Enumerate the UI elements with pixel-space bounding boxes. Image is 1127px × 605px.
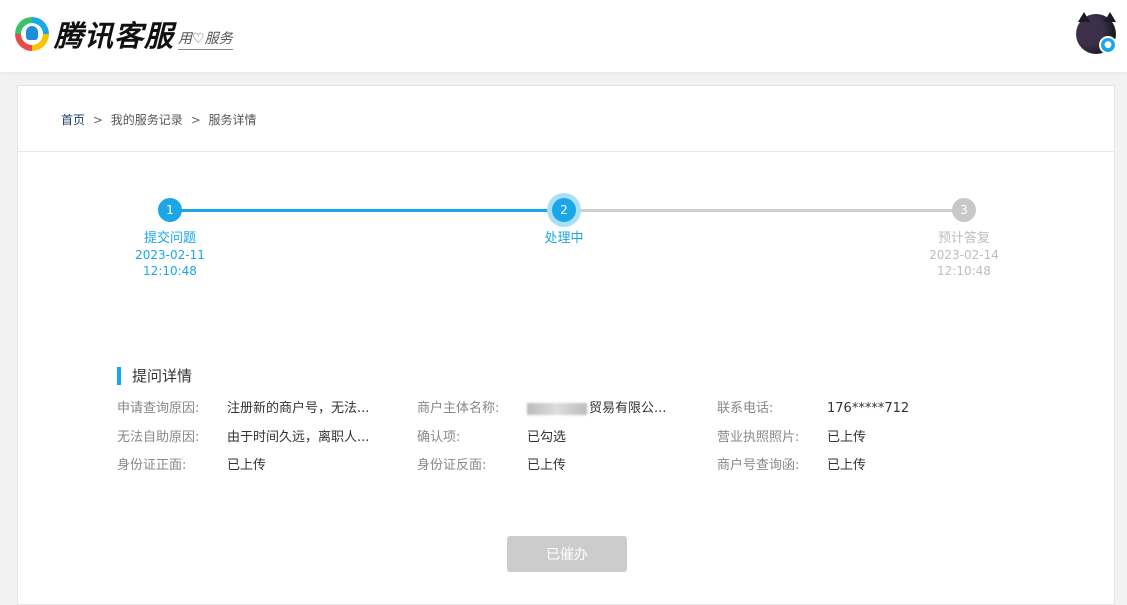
field-value: 176*****712 (827, 401, 910, 416)
step-3-label: 预计答复 (937, 231, 990, 246)
step-2-label: 处理中 (544, 231, 584, 246)
field-value: 已上传 (227, 458, 267, 473)
field-label: 联系电话: (717, 401, 774, 416)
breadcrumb-records-link[interactable]: 我的服务记录 (111, 113, 183, 127)
step-1-indicator: 1 (158, 198, 182, 222)
field-value: 注册新的商户号，无法... (227, 401, 370, 416)
logo-text: 腾讯客服 (54, 19, 175, 53)
field-label: 商户号查询函: (717, 458, 800, 473)
user-avatar[interactable]: ● (1076, 12, 1117, 54)
field-label: 申请查询原因: (117, 401, 200, 416)
section-title: 提问详情 (117, 367, 192, 385)
qq-penguin-icon: ● (1099, 36, 1117, 54)
progress-line-pending (564, 209, 964, 212)
step-3-date: 2023-02-14 (929, 248, 999, 262)
field-value: 贸易有限公... (589, 401, 667, 416)
service-detail-card: 首页 > 我的服务记录 > 服务详情 1 2 3 提交问题 2023-02-11… (17, 85, 1115, 605)
redacted-text (527, 402, 587, 415)
step-1-date: 2023-02-11 (135, 248, 205, 262)
field-id-front: 身份证正面: 已上传 (117, 457, 266, 475)
field-label: 身份证反面: (417, 458, 487, 473)
field-value: 已上传 (827, 458, 867, 473)
logo-icon (15, 17, 49, 51)
field-value: 已上传 (827, 430, 867, 445)
top-header: 腾讯客服 用♡服务 ● (0, 0, 1127, 72)
logo-slogan: 用♡服务 (178, 28, 233, 50)
divider (18, 151, 1114, 152)
breadcrumb-current: 服务详情 (208, 113, 257, 127)
field-id-back: 身份证反面: 已上传 (417, 457, 566, 475)
step-2-text: 处理中 (504, 230, 624, 247)
step-3-indicator: 3 (952, 198, 976, 222)
field-merchant-query-letter: 商户号查询函: 已上传 (717, 457, 866, 475)
step-1-text: 提交问题 2023-02-11 12:10:48 (110, 230, 230, 279)
field-label: 无法自助原因: (117, 430, 200, 445)
field-value: 已上传 (527, 458, 567, 473)
breadcrumb-home-link[interactable]: 首页 (61, 113, 85, 127)
field-label: 确认项: (417, 430, 461, 445)
step-1-label: 提交问题 (143, 231, 196, 246)
tencent-kefu-logo[interactable]: 腾讯客服 用♡服务 (15, 14, 233, 54)
field-label: 身份证正面: (117, 458, 187, 473)
field-phone: 联系电话: 176*****712 (717, 400, 909, 418)
field-merchant-name: 商户主体名称: 贸易有限公... (417, 400, 666, 418)
urged-button[interactable]: 已催办 (507, 536, 627, 572)
field-label: 营业执照照片: (717, 430, 800, 445)
progress-line-completed (170, 209, 564, 212)
breadcrumb-separator: > (92, 113, 103, 127)
field-value: 由于时间久远，离职人... (227, 430, 370, 445)
breadcrumb: 首页 > 我的服务记录 > 服务详情 (61, 111, 256, 128)
field-self-help-reason: 无法自助原因: 由于时间久远，离职人... (117, 429, 369, 447)
step-1-time: 12:10:48 (143, 264, 197, 278)
field-value: 已勾选 (527, 430, 567, 445)
step-3-time: 12:10:48 (937, 264, 991, 278)
field-query-reason: 申请查询原因: 注册新的商户号，无法... (117, 400, 369, 418)
step-2-indicator: 2 (552, 198, 576, 222)
field-business-license: 营业执照照片: 已上传 (717, 429, 866, 447)
breadcrumb-separator: > (190, 113, 201, 127)
field-confirmation: 确认项: 已勾选 (417, 429, 566, 447)
field-label: 商户主体名称: (417, 401, 500, 416)
step-3-text: 预计答复 2023-02-14 12:10:48 (904, 230, 1024, 279)
